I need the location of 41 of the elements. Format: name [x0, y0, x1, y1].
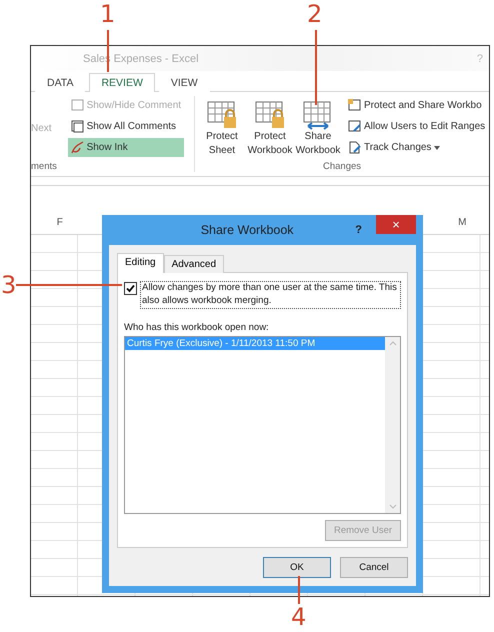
caret-icon: [434, 146, 440, 150]
leader-line: [107, 30, 109, 72]
ribbon-tab[interactable]: REVIEW: [89, 73, 155, 92]
lock-grid-icon: [206, 100, 238, 130]
ribbon-button[interactable]: Protect and Share Workbo: [345, 96, 488, 115]
close-button[interactable]: ×: [376, 215, 416, 234]
users-label: Who has this workbook open now:: [124, 322, 270, 333]
comment-icon: [70, 99, 84, 112]
pencil-grid-icon: [348, 120, 361, 133]
pencil-page-icon: [348, 141, 361, 154]
group-label: ments: [31, 161, 57, 172]
ribbon-button[interactable]: Allow Users to Edit Ranges: [345, 117, 488, 136]
group-label: Changes: [322, 161, 362, 172]
ribbon-button[interactable]: Track Changes: [345, 138, 488, 157]
column-header: F: [56, 216, 64, 230]
callout-number: 2: [307, 2, 322, 26]
callout-number: 3: [1, 273, 16, 297]
scroll-up-icon[interactable]: [388, 340, 396, 346]
ribbon-button[interactable]: Show All Comments: [68, 117, 184, 136]
dialog-button[interactable]: Cancel: [340, 557, 408, 578]
checkbox-label: Allow changes by more than one user at the same time. This also allows workbook merging.: [140, 281, 401, 309]
ribbon-button[interactable]: Protect Sheet: [199, 96, 245, 161]
column-header: M: [457, 216, 468, 230]
lock-grid-icon: [254, 100, 286, 130]
ribbon-button[interactable]: Show Ink: [68, 138, 184, 157]
lock-grid-icon: [348, 99, 361, 112]
ribbon-button[interactable]: Protect Workbook: [247, 96, 293, 161]
checkbox[interactable]: [124, 282, 137, 295]
comments-icon: [70, 120, 84, 133]
dialog-title: Share Workbook: [200, 223, 295, 237]
scrollbar[interactable]: [385, 336, 400, 513]
ribbon-button[interactable]: Share Workbook: [295, 96, 341, 161]
dialog-tab[interactable]: Editing: [117, 253, 164, 273]
callout-number: 4: [291, 605, 306, 629]
callout-number: 1: [100, 2, 116, 26]
ink-icon: [70, 141, 84, 154]
help-button[interactable]: ?: [355, 224, 362, 236]
leader-line: [298, 576, 300, 604]
scroll-down-icon[interactable]: [388, 504, 396, 509]
dialog-tab[interactable]: Advanced: [164, 255, 224, 273]
dialog-button[interactable]: OK: [263, 557, 331, 578]
